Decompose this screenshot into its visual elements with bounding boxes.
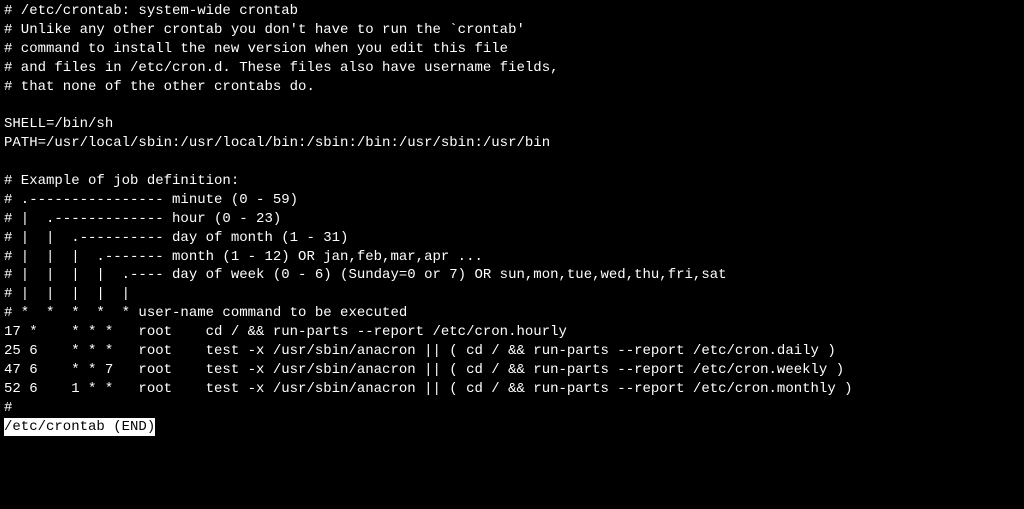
pager-status-line: /etc/crontab (END) — [4, 418, 155, 437]
crontab-file-content: # /etc/crontab: system-wide crontab # Un… — [4, 2, 1020, 418]
